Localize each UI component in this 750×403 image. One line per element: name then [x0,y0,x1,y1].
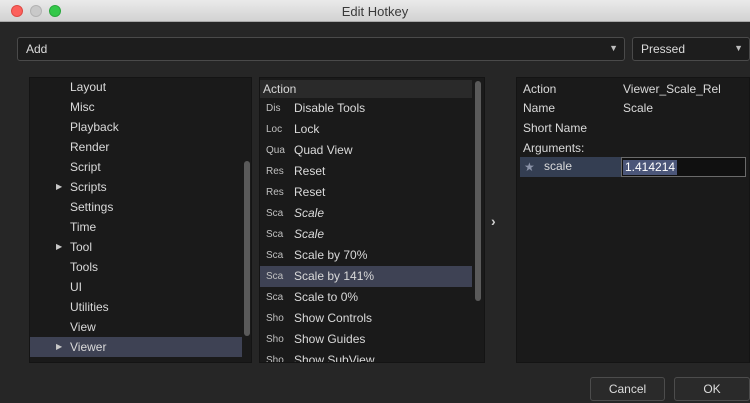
chevron-down-icon: ▼ [734,43,743,53]
window-title: Edit Hotkey [341,4,409,19]
category-label: UI [70,280,82,294]
action-item[interactable]: Sca Scale [260,203,472,224]
expand-arrow-icon[interactable]: ▶ [56,182,62,191]
expand-arrow-icon[interactable]: ▶ [56,342,62,351]
action-item[interactable]: Dis Disable Tools [260,98,472,119]
action-label: Scale [294,227,325,241]
action-label: Reset [294,164,326,178]
category-list: Layout Misc Playback Render Script ▶ Scripts Se… [29,77,252,363]
category-label: Playback [70,120,119,134]
action-label: Lock [294,122,320,136]
expand-arrow-icon[interactable]: ▶ [56,242,62,251]
category-item[interactable]: Misc [30,97,242,117]
category-label: Misc [70,100,95,114]
action-item[interactable]: Loc Lock [260,119,472,140]
action-property-value: Viewer_Scale_Rel [623,82,721,96]
action-item[interactable]: Sho Show SubView [260,350,472,363]
category-label: View [70,320,96,334]
category-label: Time [70,220,97,234]
category-label: Layout [70,80,107,94]
action-abbreviation: Sho [266,334,284,345]
category-item[interactable]: ▶ Scripts [30,177,242,197]
name-property-value: Scale [623,101,654,115]
argument-row[interactable]: ★ scale 1.414214 [520,157,746,177]
category-item[interactable]: Render [30,137,242,157]
category-label: Tool [70,240,93,254]
action-item[interactable]: Res Reset [260,182,472,203]
category-list-scrollbar[interactable] [244,161,250,336]
action-list: Action Dis Disable Tools Loc Lock Qua Quad Vi… [259,77,485,363]
category-item[interactable]: Script [30,157,242,177]
category-label: Scripts [70,180,107,194]
title-bar: Edit Hotkey [0,0,750,22]
action-item[interactable]: Sca Scale to 0% [260,287,472,308]
action-abbreviation: Sca [266,292,284,303]
category-label: Utilities [70,300,109,314]
action-item[interactable]: Res Reset [260,161,472,182]
action-label: Scale to 0% [294,290,359,304]
action-item[interactable]: Sho Show Guides [260,329,472,350]
category-item[interactable]: Layout [30,78,242,97]
action-label: Disable Tools [294,101,366,115]
action-column-header-label: Action [263,82,297,96]
trigger-dropdown-value: Pressed [641,42,686,56]
cancel-button[interactable]: Cancel [590,377,665,401]
category-item[interactable]: Settings [30,197,242,217]
short-name-property-label: Short Name [523,121,588,135]
category-item[interactable]: Time [30,217,242,237]
action-abbreviation: Sho [266,313,284,324]
action-abbreviation: Sca [266,208,284,219]
category-item[interactable]: Playback [30,117,242,137]
action-label: Scale [294,206,325,220]
ok-button[interactable]: OK [674,377,750,401]
action-abbreviation: Sca [266,250,284,261]
action-item[interactable]: Qua Quad View [260,140,472,161]
action-label: Show Guides [294,332,366,346]
category-item[interactable]: ▶ Viewer [30,337,242,357]
action-abbreviation: Sca [266,271,284,282]
category-label: Script [70,160,101,174]
chevron-down-icon: ▼ [609,43,618,53]
action-item[interactable]: Sho Show Controls [260,308,472,329]
argument-value-text: 1.414214 [623,160,678,175]
action-label: Scale by 141% [294,269,375,283]
action-abbreviation: Qua [266,145,285,156]
mode-dropdown[interactable]: Add ▼ [17,37,625,61]
action-label: Reset [294,185,326,199]
category-label: Tools [70,260,99,274]
trigger-dropdown[interactable]: Pressed ▼ [632,37,750,61]
action-label: Show SubView [294,353,375,363]
action-item[interactable]: Sca Scale by 70% [260,245,472,266]
category-label: Settings [70,200,114,214]
star-icon: ★ [524,160,535,174]
action-abbreviation: Res [266,187,284,198]
category-item[interactable]: UI [30,277,242,297]
action-list-scrollbar[interactable] [475,81,481,301]
chevron-right-icon[interactable]: › [491,213,496,229]
category-label: Render [70,140,110,154]
action-item[interactable]: Sca Scale by 141% [260,266,472,287]
action-abbreviation: Dis [266,103,281,114]
action-column-header: Action [260,80,472,98]
category-item[interactable]: ▶ Tool [30,237,242,257]
action-abbreviation: Res [266,166,284,177]
action-abbreviation: Sho [266,355,284,363]
action-label: Show Controls [294,311,373,325]
argument-value-input[interactable]: 1.414214 [621,157,746,177]
arguments-label: Arguments: [523,141,585,155]
category-label: Viewer [70,340,107,354]
action-item[interactable]: Sca Scale [260,224,472,245]
action-abbreviation: Sca [266,229,284,240]
action-label: Quad View [294,143,353,157]
category-item[interactable]: Utilities [30,297,242,317]
category-item[interactable]: Tools [30,257,242,277]
argument-name: scale [544,159,573,173]
mode-dropdown-value: Add [26,42,48,56]
action-label: Scale by 70% [294,248,368,262]
category-item[interactable]: View [30,317,242,337]
properties-panel: Action Viewer_Scale_Rel Name Scale Short… [516,77,750,363]
name-property-label: Name [523,101,556,115]
action-abbreviation: Loc [266,124,283,135]
action-property-label: Action [523,82,557,96]
